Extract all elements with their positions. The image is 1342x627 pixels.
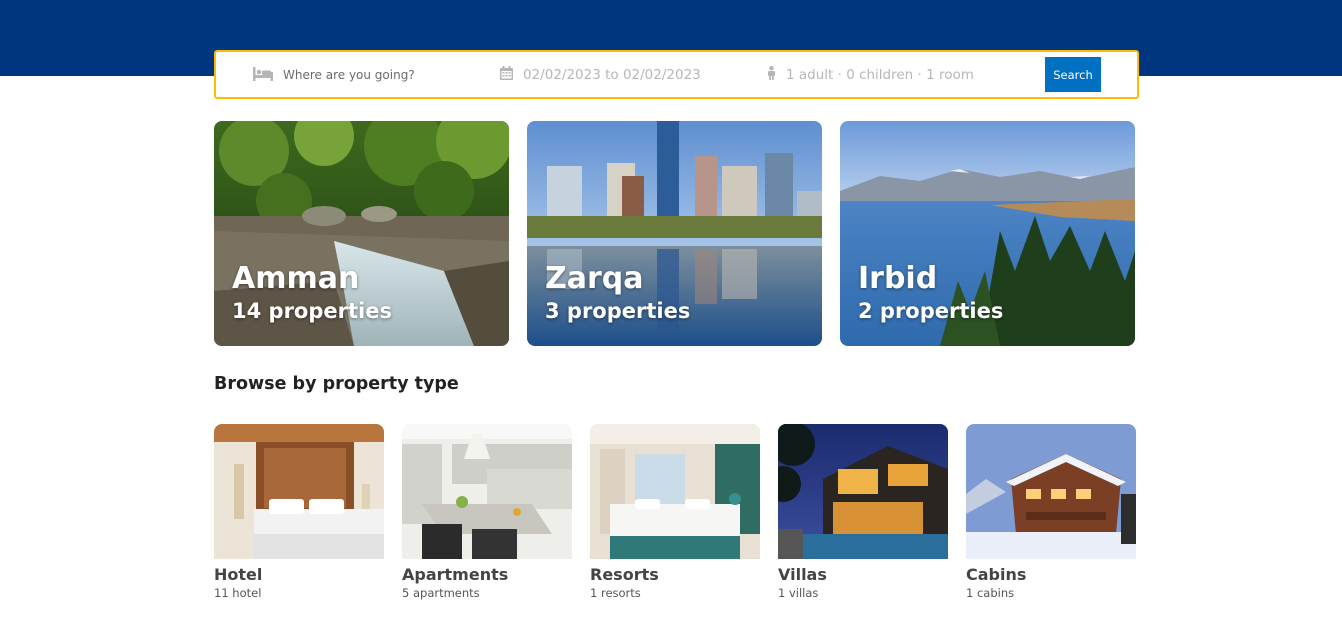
apartment-image [402, 424, 572, 559]
property-type-title: Villas [778, 565, 827, 584]
guests-text: 1 adult · 0 children · 1 room [786, 67, 974, 83]
calendar-icon [500, 66, 513, 84]
property-type-title: Resorts [590, 565, 659, 584]
property-type-cabins[interactable]: Cabins 1 cabins [966, 424, 1136, 600]
city-name: Irbid [858, 261, 938, 296]
destination-input[interactable] [283, 68, 483, 82]
city-card-amman[interactable]: Amman 14 properties [214, 121, 509, 346]
property-type-count: 1 villas [778, 586, 819, 600]
city-card-zarqa[interactable]: Zarqa 3 properties [527, 121, 822, 346]
property-type-count: 11 hotel [214, 586, 262, 600]
property-type-apartments[interactable]: Apartments 5 apartments [402, 424, 572, 600]
city-caption: Zarqa 3 properties [545, 261, 690, 325]
villa-image [778, 424, 948, 559]
city-name: Amman [232, 261, 360, 296]
city-caption: Irbid 2 properties [858, 261, 1003, 325]
city-caption: Amman 14 properties [232, 261, 392, 325]
property-type-count: 5 apartments [402, 586, 480, 600]
bed-icon [253, 66, 273, 85]
section-title: Browse by property type [214, 374, 459, 394]
guests-field[interactable]: 1 adult · 0 children · 1 room [767, 65, 974, 85]
city-card-irbid[interactable]: Irbid 2 properties [840, 121, 1135, 346]
property-type-count: 1 cabins [966, 586, 1015, 600]
search-button[interactable]: Search [1045, 57, 1101, 92]
property-type-count: 1 resorts [590, 586, 641, 600]
property-type-resorts[interactable]: Resorts 1 resorts [590, 424, 760, 600]
cabin-image [966, 424, 1136, 559]
property-type-title: Apartments [402, 565, 509, 584]
hotel-image [214, 424, 384, 559]
city-property-count: 2 properties [858, 299, 1004, 323]
property-type-villas[interactable]: Villas 1 villas [778, 424, 948, 600]
property-type-list: Hotel 11 hotel Apartments 5 apartments R… [214, 424, 1136, 600]
property-type-title: Hotel [214, 565, 263, 584]
destination-field[interactable] [253, 65, 483, 85]
city-property-count: 14 properties [232, 299, 392, 323]
search-bar: 02/02/2023 to 02/02/2023 1 adult · 0 chi… [214, 50, 1139, 99]
date-range-field[interactable]: 02/02/2023 to 02/02/2023 [500, 65, 701, 85]
city-property-count: 3 properties [545, 299, 691, 323]
city-name: Zarqa [545, 261, 644, 296]
featured-cities: Amman 14 properties Zarqa 3 properties I… [214, 121, 1135, 346]
date-range-text: 02/02/2023 to 02/02/2023 [523, 67, 701, 83]
property-type-hotel[interactable]: Hotel 11 hotel [214, 424, 384, 600]
property-type-title: Cabins [966, 565, 1027, 584]
resort-image [590, 424, 760, 559]
person-icon [767, 66, 776, 84]
